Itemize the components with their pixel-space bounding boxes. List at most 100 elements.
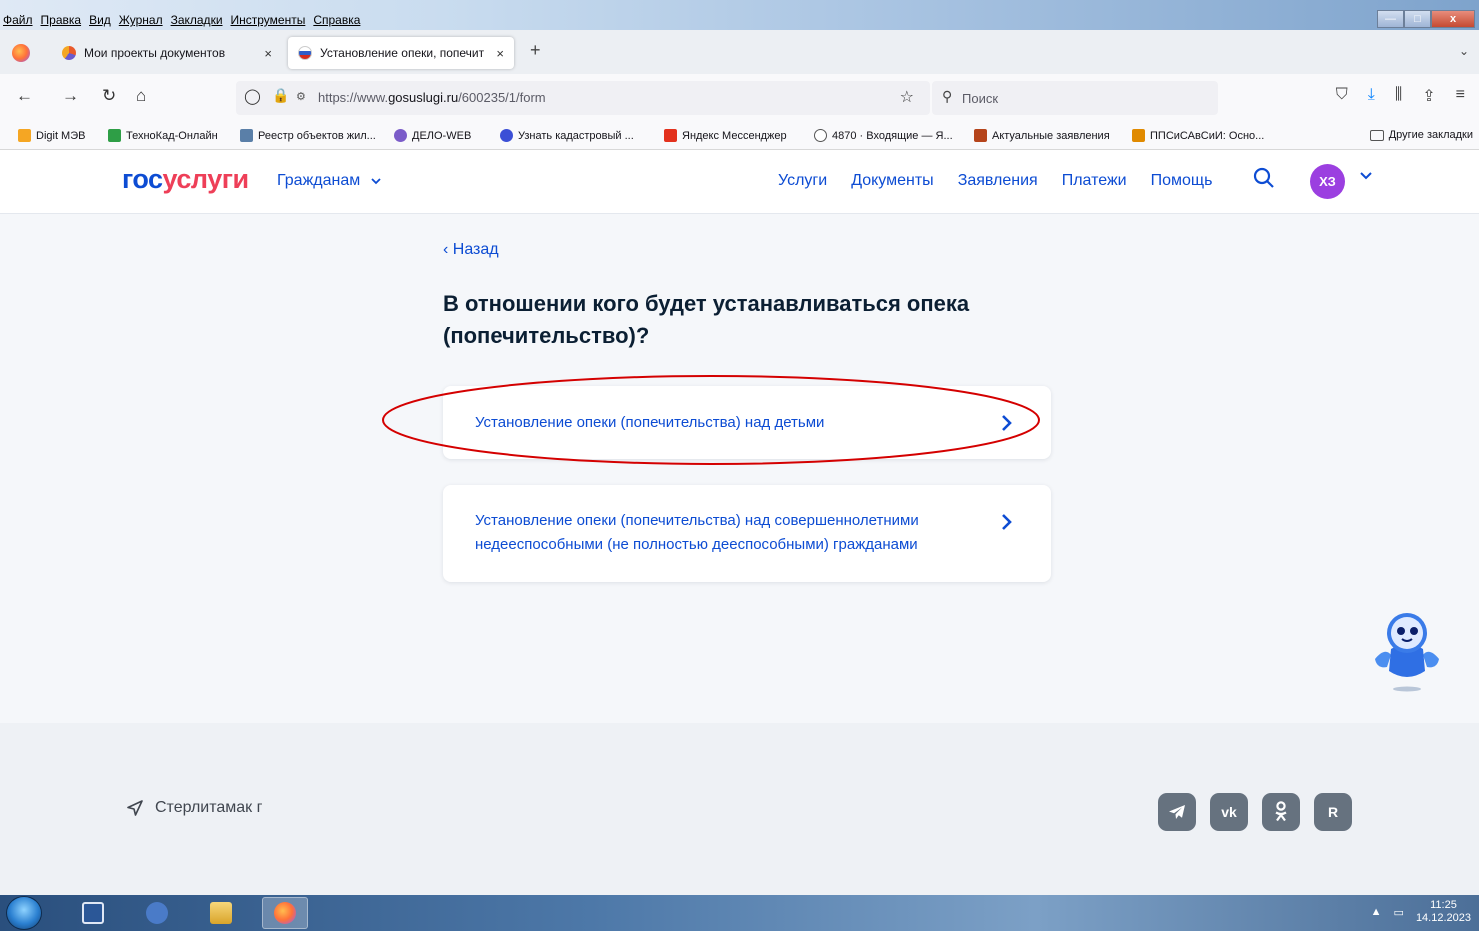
bookmark-item[interactable]: ДЕЛО-WEB — [394, 129, 471, 142]
site-header: госуслуги Гражданам Услуги Документы Зая… — [0, 150, 1479, 214]
search-placeholder: Поиск — [962, 91, 999, 106]
tray-expand-icon[interactable]: ▲ — [1371, 906, 1382, 918]
app-menu-icon[interactable]: ≡ — [1456, 86, 1465, 106]
page-title: В отношении кого будет устанавливаться о… — [443, 291, 970, 348]
search-input[interactable]: ⚲ Поиск — [932, 81, 1218, 115]
top-navigation: Услуги Документы Заявления Платежи Помощ… — [778, 172, 1212, 190]
bookmark-item[interactable]: ТехноКад-Онлайн — [108, 129, 218, 142]
bookmark-item[interactable]: Digit МЭВ — [18, 129, 85, 142]
location-selector[interactable]: Стерлитамак г — [127, 799, 262, 817]
main-content: ‹ Назад В отношении кого будет устанавли… — [0, 215, 1479, 723]
bookmark-item[interactable]: Реестр объектов жил... — [240, 129, 376, 142]
bookmark-item[interactable]: 4870 · Входящие — Я... — [814, 129, 953, 142]
delo-favicon-icon — [62, 46, 76, 60]
bookmark-item[interactable]: ППСиСАвСиИ: Осно... — [1132, 129, 1264, 142]
new-tab-button[interactable]: + — [530, 40, 541, 61]
tab-guardianship[interactable]: Установление опеки, попечит × — [288, 37, 514, 69]
close-window-button[interactable]: x — [1431, 10, 1475, 28]
library-icon[interactable]: ⫼ — [1395, 86, 1402, 106]
menubar-items: Файл Правка Вид Журнал Закладки Инструме… — [3, 13, 360, 27]
globe-icon — [814, 129, 827, 142]
downloads-icon[interactable]: ⤓ — [1368, 86, 1375, 106]
ppsi-icon — [1132, 129, 1145, 142]
close-tab-icon[interactable]: × — [264, 46, 272, 61]
telegram-icon[interactable] — [1158, 793, 1196, 831]
red-highlight-ellipse — [382, 375, 1040, 465]
lock-icon[interactable]: 🔒 — [272, 87, 289, 104]
back-link[interactable]: ‹ Назад — [443, 241, 499, 259]
network-icon[interactable]: ▭ — [1394, 906, 1404, 919]
folder-icon — [210, 902, 232, 924]
bookmark-item[interactable]: Актуальные заявления — [974, 129, 1110, 142]
menu-view[interactable]: Вид — [89, 13, 111, 27]
site-search-icon[interactable] — [1252, 166, 1276, 190]
forward-arrow-icon[interactable]: → — [62, 86, 79, 106]
home-icon[interactable]: ⌂ — [136, 86, 146, 106]
option-label: Установление опеки (попечительства) над … — [475, 512, 919, 553]
option-adults[interactable]: Установление опеки (попечительства) над … — [443, 485, 1051, 582]
user-avatar[interactable]: ХЗ — [1310, 164, 1345, 199]
minimize-button[interactable]: — — [1377, 10, 1404, 28]
maximize-button[interactable]: □ — [1404, 10, 1431, 28]
permissions-icon[interactable]: ⚙ — [296, 90, 306, 103]
firefox-taskbar-button[interactable] — [262, 897, 308, 929]
technokad-icon — [108, 129, 121, 142]
pocket-icon[interactable]: ⛉ — [1336, 86, 1348, 106]
explorer-taskbar-button[interactable] — [198, 897, 244, 929]
chevron-down-icon[interactable] — [1360, 172, 1372, 180]
delo-icon — [394, 129, 407, 142]
tab-title: Установление опеки, попечит — [320, 46, 485, 60]
cube-icon — [974, 129, 987, 142]
word-taskbar-button[interactable] — [70, 897, 116, 929]
ok-icon[interactable] — [1262, 793, 1300, 831]
nav-payments[interactable]: Платежи — [1062, 172, 1127, 190]
reload-icon[interactable]: ↻ — [102, 86, 116, 106]
bookmark-item[interactable]: Узнать кадастровый ... — [500, 129, 634, 142]
chevron-right-icon — [1002, 514, 1012, 530]
os-taskbar: ▲ ▭ 11:25 14.12.2023 — [0, 895, 1479, 931]
list-all-tabs-icon[interactable]: ⌄ — [1459, 44, 1469, 58]
windows-start-icon[interactable] — [6, 896, 42, 930]
bookmark-star-icon[interactable]: ☆ — [900, 87, 914, 107]
tab-bar: Мои проекты документов × Установление оп… — [0, 30, 1479, 74]
shield-icon[interactable]: ◯ — [244, 87, 261, 105]
menu-help[interactable]: Справка — [313, 13, 360, 27]
url-bar[interactable]: ◯ 🔒 ⚙ https://www.gosuslugi.ru/600235/1/… — [236, 81, 930, 115]
yandex-icon — [664, 129, 677, 142]
firefox-icon — [274, 902, 296, 924]
bookmarks-bar: Digit МЭВ ТехноКад-Онлайн Реестр объекто… — [0, 122, 1479, 150]
robot-assistant-icon[interactable] — [1371, 609, 1443, 693]
audience-dropdown[interactable]: Гражданам — [277, 172, 381, 190]
location-arrow-icon — [127, 800, 143, 816]
nav-documents[interactable]: Документы — [851, 172, 933, 190]
system-tray: ▲ ▭ 11:25 14.12.2023 — [1371, 899, 1471, 925]
back-arrow-icon[interactable]: ← — [16, 86, 33, 106]
nav-services[interactable]: Услуги — [778, 172, 827, 190]
menu-history[interactable]: Журнал — [119, 13, 163, 27]
os-menubar: Файл Правка Вид Журнал Закладки Инструме… — [0, 0, 1479, 30]
menu-edit[interactable]: Правка — [41, 13, 82, 27]
chevron-down-icon — [371, 178, 381, 185]
search-icon: ⚲ — [942, 88, 953, 104]
firefox-menu-icon[interactable] — [12, 44, 30, 62]
nav-applications[interactable]: Заявления — [958, 172, 1038, 190]
shield-icon — [500, 129, 513, 142]
menu-bookmarks[interactable]: Закладки — [171, 13, 223, 27]
close-tab-icon[interactable]: × — [496, 46, 504, 61]
gov-app-taskbar-button[interactable] — [134, 897, 180, 929]
nav-help[interactable]: Помощь — [1151, 172, 1213, 190]
rutube-icon[interactable]: R — [1314, 793, 1352, 831]
social-links: vk R — [1158, 793, 1352, 831]
emblem-icon — [146, 902, 168, 924]
gosuslugi-favicon-icon — [298, 46, 312, 60]
other-bookmarks[interactable]: Другие закладки — [1369, 129, 1473, 141]
menu-tools[interactable]: Инструменты — [231, 13, 306, 27]
tab-my-documents[interactable]: Мои проекты документов × — [52, 37, 282, 69]
gosuslugi-logo[interactable]: госуслуги — [122, 164, 249, 195]
vk-icon[interactable]: vk — [1210, 793, 1248, 831]
menu-file[interactable]: Файл — [3, 13, 33, 27]
bookmark-item[interactable]: Яндекс Мессенджер — [664, 129, 787, 142]
url-text[interactable]: https://www.gosuslugi.ru/600235/1/form — [318, 90, 546, 105]
share-icon[interactable]: ⇪ — [1422, 86, 1435, 106]
clock[interactable]: 11:25 14.12.2023 — [1416, 899, 1471, 925]
